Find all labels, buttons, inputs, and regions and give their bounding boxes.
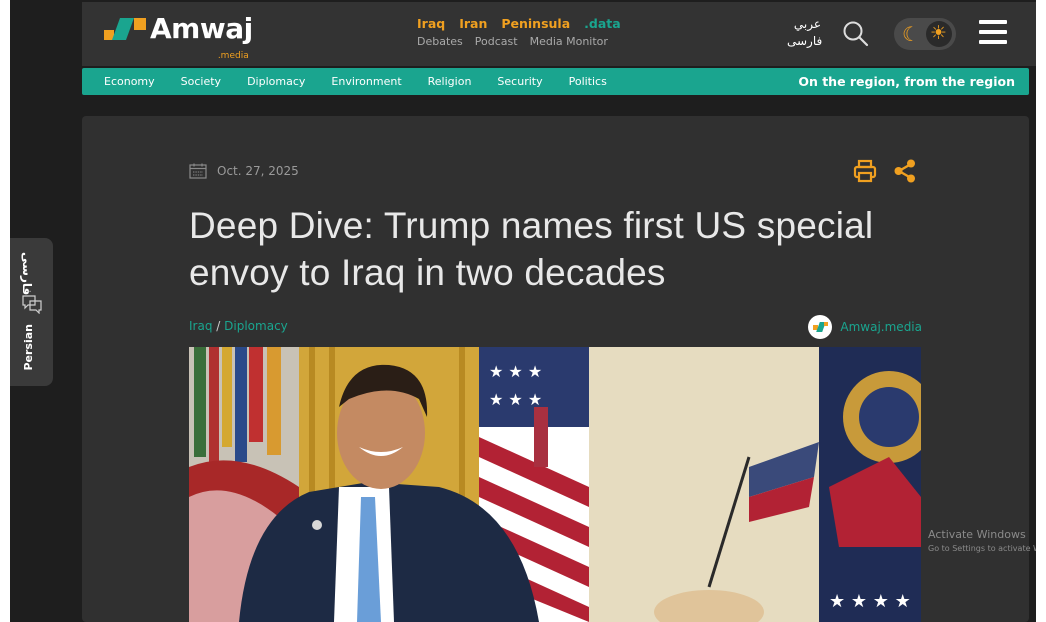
- search-icon: [843, 21, 869, 47]
- theme-toggle[interactable]: ☾ ☀: [894, 18, 956, 50]
- hero-photo: ★ ★ ★ ★ ★ ★ ★ ★ ★ ★: [189, 347, 921, 622]
- author-link[interactable]: Amwaj.media: [808, 315, 922, 339]
- article-title: Deep Dive: Trump names first US special …: [189, 205, 874, 293]
- watermark-line-1: Activate Windows: [928, 528, 1026, 541]
- lang-link-persian[interactable]: فارسی: [787, 33, 822, 50]
- share-icon[interactable]: [892, 158, 918, 184]
- print-icon[interactable]: [852, 158, 878, 184]
- nav-link-iran[interactable]: Iran: [459, 16, 487, 31]
- author-name: Amwaj.media: [840, 320, 922, 334]
- nav-link-podcast[interactable]: Podcast: [475, 35, 518, 48]
- logo-sub: .media: [217, 51, 249, 61]
- logo-text: Amwaj .media: [150, 14, 253, 62]
- lang-link-arabic[interactable]: عربي: [787, 16, 821, 33]
- crumb-diplomacy[interactable]: Diplomacy: [224, 319, 288, 333]
- category-religion[interactable]: Religion: [428, 75, 472, 88]
- nav-link-debates[interactable]: Debates: [417, 35, 463, 48]
- svg-text:★ ★ ★ ★: ★ ★ ★ ★: [829, 591, 911, 612]
- svg-text:★ ★ ★: ★ ★ ★: [489, 362, 542, 381]
- chat-icon: [22, 295, 42, 314]
- category-politics[interactable]: Politics: [569, 75, 607, 88]
- category-economy[interactable]: Economy: [104, 75, 155, 88]
- nav-link-iraq[interactable]: Iraq: [417, 16, 445, 31]
- menu-button[interactable]: [979, 20, 1007, 46]
- nav-link-peninsula[interactable]: Peninsula: [501, 16, 570, 31]
- side-tab-label: Persian: [22, 324, 35, 371]
- primary-nav: Iraq Iran Peninsula .data: [417, 16, 621, 31]
- category-bar: Economy Society Diplomacy Environment Re…: [82, 68, 1029, 95]
- sun-icon: ☀: [930, 22, 948, 44]
- breadcrumb: Iraq / Diplomacy: [189, 319, 288, 333]
- persian-side-tab[interactable]: فارسی Persian: [10, 238, 53, 386]
- windows-activation-watermark: Activate Windows Go to Settings to activ…: [928, 528, 1036, 556]
- nav-link-data[interactable]: .data: [584, 16, 621, 31]
- search-button[interactable]: [842, 20, 870, 48]
- category-security[interactable]: Security: [497, 75, 542, 88]
- side-tab-persian-script: فارسی: [20, 252, 34, 296]
- article-hero-image: ★ ★ ★ ★ ★ ★ ★ ★ ★ ★: [189, 347, 921, 622]
- author-avatar: [808, 315, 833, 339]
- calendar-icon: [189, 163, 207, 179]
- category-society[interactable]: Society: [181, 75, 221, 88]
- slogan: On the region, from the region: [798, 74, 1015, 89]
- article-meta: Oct. 27, 2025: [189, 163, 299, 179]
- browser-viewport: Amwaj .media Iraq Iran Peninsula .data D…: [10, 0, 1036, 622]
- article-date: Oct. 27, 2025: [217, 164, 299, 178]
- svg-text:★ ★ ★: ★ ★ ★: [489, 390, 542, 409]
- moon-icon: ☾: [902, 22, 920, 46]
- menu-icon: [979, 20, 1007, 44]
- category-environment[interactable]: Environment: [331, 75, 401, 88]
- crumb-iraq[interactable]: Iraq: [189, 319, 212, 333]
- article-card: Oct. 27, 2025 Deep Dive: Trump names fir…: [82, 116, 1029, 622]
- logo-mark: [102, 16, 150, 44]
- secondary-nav: Debates Podcast Media Monitor: [417, 35, 608, 48]
- article-actions: [852, 158, 918, 184]
- amwaj-logo[interactable]: Amwaj .media: [102, 14, 253, 62]
- language-links: عربي فارسی: [787, 16, 822, 50]
- crumb-separator: /: [216, 319, 221, 333]
- site-header: Amwaj .media Iraq Iran Peninsula .data D…: [82, 2, 1036, 66]
- watermark-line-2: Go to Settings to activate Windows.: [928, 544, 1036, 553]
- category-diplomacy[interactable]: Diplomacy: [247, 75, 305, 88]
- nav-link-media-monitor[interactable]: Media Monitor: [530, 35, 608, 48]
- category-nav: Economy Society Diplomacy Environment Re…: [104, 75, 633, 88]
